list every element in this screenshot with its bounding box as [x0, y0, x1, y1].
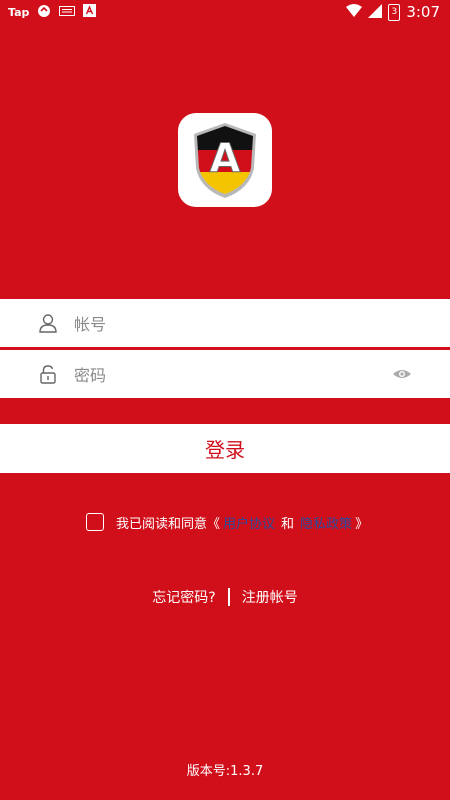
shield-logo-icon: A: [194, 123, 256, 198]
version-label: 版本号:1.3.7: [186, 764, 264, 779]
account-input[interactable]: [72, 299, 376, 349]
agreement-and: 和: [281, 516, 295, 532]
agreement-checkbox[interactable]: [86, 513, 104, 531]
eye-icon[interactable]: [392, 365, 412, 383]
user-icon: [38, 313, 58, 333]
sync-icon: [37, 4, 51, 21]
forgot-password-link[interactable]: 忘记密码?: [152, 587, 215, 607]
agreement-row: 我已阅读和同意《 用户协议 和 隐私政策 》: [86, 511, 368, 533]
lock-icon: [38, 364, 58, 384]
status-bar: Tap 3 3:07: [0, 0, 450, 24]
keyboard-icon: [59, 5, 76, 20]
password-field-row: [0, 350, 450, 400]
links-divider: [227, 588, 230, 606]
battery-level: 3: [391, 7, 398, 17]
auth-links: 忘记密码? 注册帐号: [0, 586, 450, 608]
account-field-row: [0, 299, 450, 349]
user-agreement-link[interactable]: 用户协议: [223, 513, 275, 532]
login-button[interactable]: 登录: [0, 424, 450, 473]
app-notification-icon: [83, 4, 97, 20]
agreement-suffix: 》: [355, 516, 369, 532]
signal-icon: [368, 3, 383, 21]
wifi-icon: [346, 4, 363, 20]
status-time: 3:07: [406, 3, 440, 21]
battery-icon: 3: [388, 3, 401, 21]
agreement-prefix: 我已阅读和同意《: [116, 516, 221, 532]
password-input[interactable]: [72, 350, 376, 400]
logo-letter: A: [210, 136, 241, 182]
privacy-policy-link[interactable]: 隐私政策: [300, 513, 352, 532]
carrier-label: Tap: [8, 5, 30, 19]
register-link[interactable]: 注册帐号: [242, 587, 298, 607]
app-logo: A: [178, 113, 272, 207]
